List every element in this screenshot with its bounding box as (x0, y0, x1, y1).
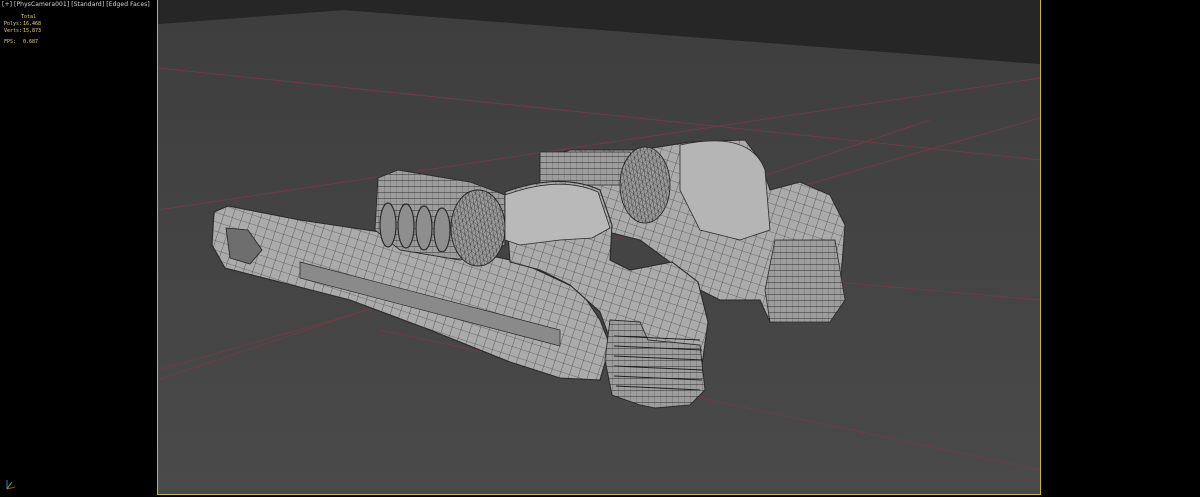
viewport-statistics: Total Polys: 16,468 Verts: 15,873 FPS: 0… (4, 14, 41, 46)
polys-label: Polys: (4, 21, 23, 27)
verts-value: 15,873 (23, 28, 42, 34)
axis-tripod-icon (6, 480, 16, 490)
verts-label: Verts: (4, 28, 23, 34)
viewport-label-menu[interactable]: [+] [PhysCamera001] [Standard] [Edged Fa… (2, 1, 150, 8)
viewport[interactable]: [+] [PhysCamera001] [Standard] [Edged Fa… (0, 0, 1200, 497)
safe-frame (157, 0, 1041, 495)
fps-value: 0.687 (23, 39, 39, 45)
stats-title: Total (21, 14, 37, 20)
fps-label: FPS: (4, 39, 17, 45)
polys-value: 16,468 (23, 21, 42, 27)
